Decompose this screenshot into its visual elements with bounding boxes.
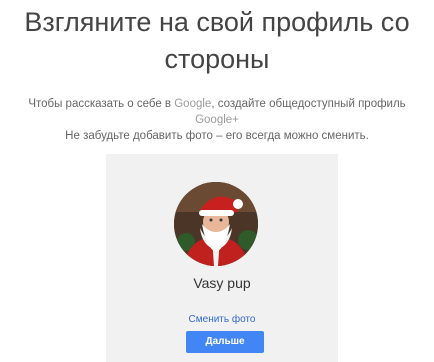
- description-line-3: Не забудьте добавить фото – его всегда м…: [65, 130, 369, 142]
- description-text: , создайте общедоступный профиль: [211, 98, 406, 110]
- description-line-1: Чтобы рассказать о себе в Google, создай…: [0, 96, 434, 112]
- page-description: Чтобы рассказать о себе в Google, создай…: [0, 96, 434, 144]
- profile-card: Vasy pup Сменить фото Дальше: [106, 154, 338, 362]
- change-photo-link[interactable]: Сменить фото: [106, 314, 338, 325]
- description-line-2: Google+: [0, 112, 434, 128]
- description-text: Чтобы рассказать о себе в: [28, 98, 175, 110]
- next-button[interactable]: Дальше: [186, 331, 264, 353]
- avatar: [174, 182, 258, 266]
- profile-name: Vasy pup: [193, 275, 251, 291]
- google-link[interactable]: Google: [174, 98, 211, 110]
- page-title: Взгляните на свой профиль со стороны: [24, 7, 410, 74]
- santa-claus-photo-icon: [174, 182, 258, 266]
- google-plus-link[interactable]: Google+: [195, 114, 239, 126]
